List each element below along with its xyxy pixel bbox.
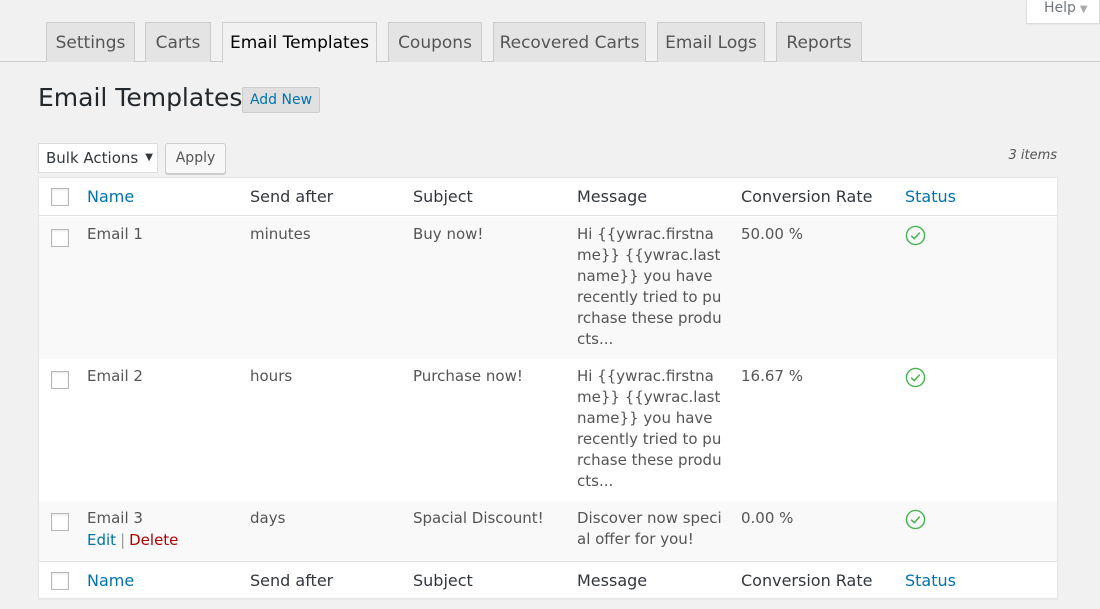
select-all-checkbox[interactable] (51, 572, 69, 590)
bulk-actions-select[interactable]: Bulk Actions ▼ (38, 143, 158, 173)
tab-email-templates[interactable]: Email Templates (222, 22, 377, 63)
column-conversion-rate: Conversion Rate (741, 187, 873, 206)
tab-email-logs[interactable]: Email Logs (657, 22, 765, 62)
column-send-after: Send after (250, 571, 334, 590)
table-row: Email 1 minutes Buy now! Hi {{ywrac.firs… (39, 217, 1057, 359)
page-title: Email Templates (38, 83, 243, 112)
row-checkbox[interactable] (51, 371, 69, 389)
apply-button[interactable]: Apply (165, 143, 226, 174)
column-subject: Subject (413, 187, 473, 206)
conversion-rate-value: 0.00 % (741, 509, 794, 527)
message-value: Hi {{ywrac.firstname}} {{ywrac.lastname}… (577, 367, 722, 490)
table-row: Email 2 hours Purchase now! Hi {{ywrac.f… (39, 359, 1057, 501)
template-name[interactable]: Email 3 (87, 508, 143, 529)
template-name[interactable]: Email 1 (87, 224, 143, 245)
email-templates-table: Name Send after Subject Message Conversi… (38, 177, 1058, 599)
row-checkbox[interactable] (51, 229, 69, 247)
action-separator: | (120, 531, 126, 549)
subject-value: Purchase now! (413, 367, 523, 385)
check-circle-icon (905, 509, 926, 530)
tab-reports[interactable]: Reports (776, 22, 862, 62)
tab-carts[interactable]: Carts (145, 22, 211, 62)
send-after-value: days (250, 509, 286, 527)
bulk-actions-value: Bulk Actions (46, 149, 139, 167)
conversion-rate-value: 16.67 % (741, 367, 803, 385)
delete-link[interactable]: Delete (129, 531, 178, 549)
column-status-sort[interactable]: Status (905, 186, 956, 207)
column-message: Message (577, 571, 648, 590)
check-circle-icon (905, 367, 926, 388)
column-subject: Subject (413, 571, 473, 590)
nav-tabs: Settings Carts Email Templates Coupons R… (0, 0, 1100, 63)
select-all-checkbox[interactable] (51, 188, 69, 206)
table-header: Name Send after Subject Message Conversi… (39, 178, 1057, 216)
item-count: 3 items (1008, 148, 1057, 163)
tab-settings[interactable]: Settings (46, 22, 135, 62)
column-message: Message (577, 187, 648, 206)
subject-value: Buy now! (413, 225, 484, 243)
edit-link[interactable]: Edit (87, 531, 116, 549)
row-actions: Edit | Delete (87, 530, 178, 551)
message-value: Hi {{ywrac.firstname}} {{ywrac.lastname}… (577, 225, 722, 348)
tab-coupons[interactable]: Coupons (388, 22, 482, 62)
tab-recovered-carts[interactable]: Recovered Carts (493, 22, 646, 62)
row-checkbox[interactable] (51, 513, 69, 531)
column-send-after: Send after (250, 187, 334, 206)
table-row: Email 3 Edit | Delete days Spacial Discoun… (39, 501, 1057, 561)
table-footer: Name Send after Subject Message Conversi… (39, 561, 1057, 599)
check-circle-icon (905, 225, 926, 246)
column-conversion-rate: Conversion Rate (741, 571, 873, 590)
send-after-value: minutes (250, 225, 311, 243)
column-name-sort[interactable]: Name (87, 186, 134, 207)
column-name-sort[interactable]: Name (87, 570, 134, 591)
add-new-button[interactable]: Add New (242, 87, 320, 113)
conversion-rate-value: 50.00 % (741, 225, 803, 243)
message-value: Discover now special offer for you! (577, 509, 722, 548)
subject-value: Spacial Discount! (413, 509, 544, 527)
send-after-value: hours (250, 367, 293, 385)
template-name[interactable]: Email 2 (87, 366, 143, 387)
dropdown-arrow-icon: ▼ (145, 152, 153, 163)
column-status-sort[interactable]: Status (905, 570, 956, 591)
